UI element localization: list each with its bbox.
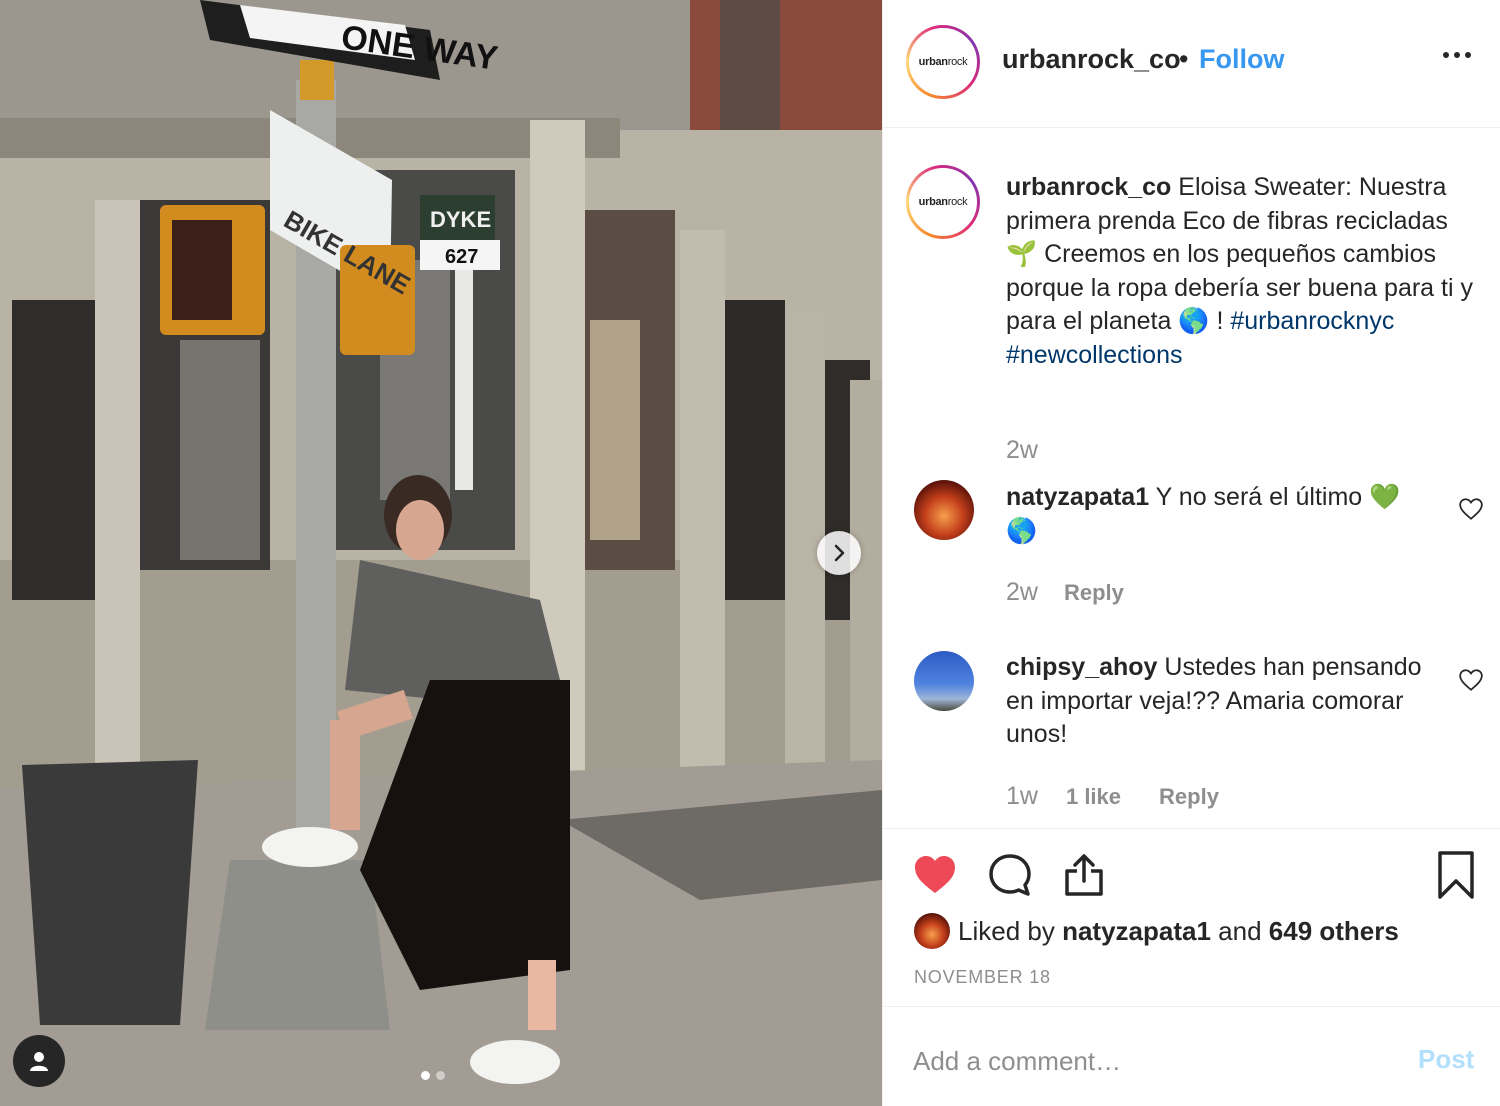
header-username[interactable]: urbanrock_co xyxy=(1002,44,1181,75)
comment-text: natyzapata1 Y no será el último 💚 🌎 xyxy=(1006,483,1401,545)
comment-likes-link[interactable]: 1 like xyxy=(1066,784,1121,810)
comment-meta: 2w Reply xyxy=(1006,578,1124,607)
comment-username[interactable]: natyzapata1 xyxy=(1006,483,1149,511)
carousel-dot-active xyxy=(421,1071,430,1080)
post-photo[interactable]: ONE WAY BIKE LANE DYKE 627 xyxy=(0,0,882,1106)
brand-logo: urbanrock xyxy=(918,56,968,68)
reply-button[interactable]: Reply xyxy=(1064,580,1124,606)
post-actions: Liked by natyzapata1 and 649 others NOVE… xyxy=(883,828,1500,1006)
liked-by-summary: Liked by natyzapata1 and 649 others xyxy=(914,913,1399,949)
dyke-sign-text: DYKE xyxy=(430,207,491,232)
caption-avatar[interactable]: urbanrock xyxy=(906,165,980,239)
bookmark-icon[interactable] xyxy=(1432,851,1480,899)
post-date[interactable]: NOVEMBER 18 xyxy=(914,967,1051,988)
post-comment-button[interactable]: Post xyxy=(1418,1044,1474,1075)
green-heart-emoji: 💚 xyxy=(1369,483,1401,511)
follow-button[interactable]: Follow xyxy=(1199,44,1284,75)
globe-emoji: 🌎 xyxy=(1178,307,1210,335)
more-options-icon[interactable] xyxy=(1443,52,1471,58)
dyke-number-text: 627 xyxy=(445,246,478,268)
post-header: urbanrock urbanrock_co • Follow xyxy=(883,0,1500,128)
header-separator: • xyxy=(1179,44,1189,74)
like-comment-heart-icon[interactable] xyxy=(1458,667,1484,693)
caption-username[interactable]: urbanrock_co xyxy=(1006,173,1171,201)
reply-button[interactable]: Reply xyxy=(1159,784,1219,810)
hashtag-link[interactable]: #newcollections xyxy=(1006,341,1183,369)
caption-timestamp[interactable]: 2w xyxy=(1006,436,1038,465)
add-comment-section: Post xyxy=(883,1006,1500,1106)
likes-count-link[interactable]: 649 others xyxy=(1269,916,1399,947)
next-photo-button[interactable] xyxy=(817,531,861,575)
comment-meta: 1w 1 like Reply xyxy=(1006,782,1219,811)
share-icon[interactable] xyxy=(1060,851,1108,899)
profile-avatar[interactable]: urbanrock xyxy=(906,25,980,99)
carousel-indicator xyxy=(421,1071,445,1080)
comment-timestamp[interactable]: 1w xyxy=(1006,782,1038,811)
like-heart-icon[interactable] xyxy=(911,851,959,899)
brand-logo: urbanrock xyxy=(918,196,968,208)
street-scene-image: ONE WAY BIKE LANE DYKE 627 xyxy=(0,0,882,1106)
comment-avatar[interactable] xyxy=(914,651,974,711)
caption-text-part: ! xyxy=(1209,307,1231,335)
add-comment-input[interactable] xyxy=(913,1041,1383,1081)
comment-username[interactable]: chipsy_ahoy xyxy=(1006,653,1157,681)
liker-avatar[interactable] xyxy=(914,913,950,949)
globe-emoji: 🌎 xyxy=(1006,516,1038,545)
post-caption: urbanrock_co Eloisa Sweater: Nuestra pri… xyxy=(1006,171,1476,372)
seedling-emoji: 🌱 xyxy=(1006,240,1038,268)
person-icon xyxy=(30,1052,48,1071)
post-details-pane: urbanrock urbanrock_co • Follow urbanroc… xyxy=(882,0,1500,1106)
comment-text: chipsy_ahoy Ustedes han pensando en impo… xyxy=(1006,653,1422,748)
comment-timestamp[interactable]: 2w xyxy=(1006,578,1038,607)
chevron-right-icon xyxy=(834,544,845,562)
hashtag-link[interactable]: #urbanrocknyc xyxy=(1230,307,1394,335)
like-comment-heart-icon[interactable] xyxy=(1458,496,1484,522)
tagged-users-button[interactable] xyxy=(13,1035,65,1087)
liker-username[interactable]: natyzapata1 xyxy=(1062,916,1211,947)
comment-avatar[interactable] xyxy=(914,480,974,540)
comment-bubble-icon[interactable] xyxy=(986,851,1034,899)
carousel-dot xyxy=(436,1071,445,1080)
